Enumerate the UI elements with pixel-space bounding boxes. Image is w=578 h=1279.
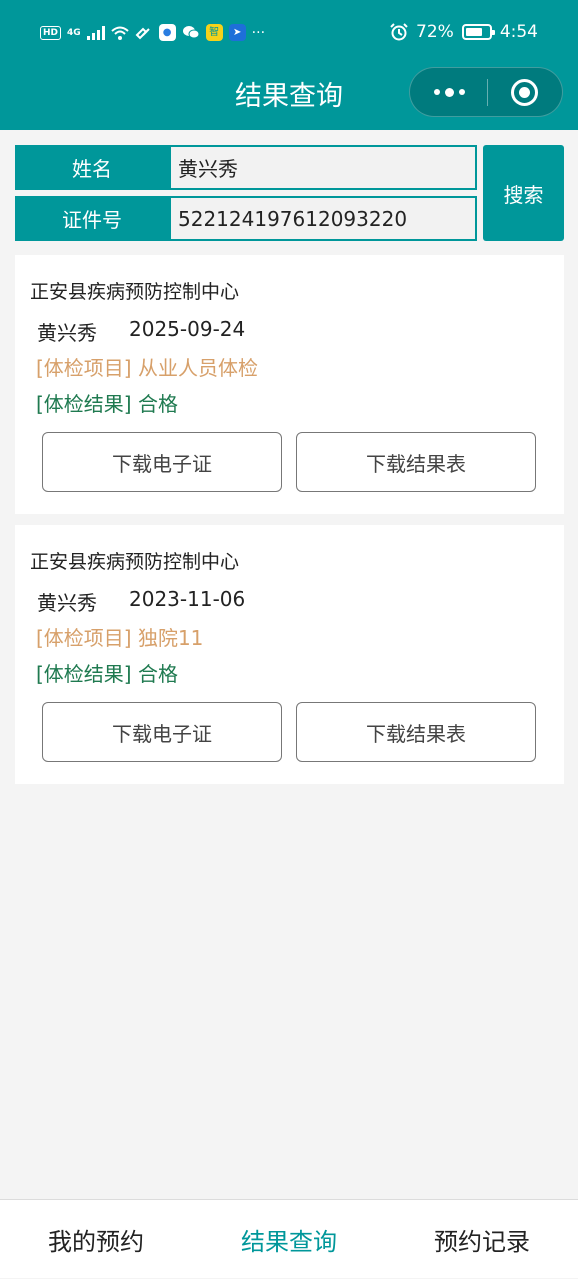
battery-icon	[461, 24, 495, 40]
close-mini-program-icon[interactable]	[511, 79, 538, 106]
mini-program-capsule	[409, 67, 563, 117]
download-certificate-button[interactable]: 下载电子证	[42, 702, 282, 762]
status-left: HD 4G ● 智 ➤ ···	[40, 24, 265, 41]
zhi-app-icon: 智	[205, 24, 223, 41]
exam-result: [体检结果] 合格	[36, 662, 178, 686]
download-certificate-button[interactable]: 下载电子证	[42, 432, 282, 492]
exam-item: [体检项目] 独院11	[36, 626, 204, 650]
wifi-icon	[111, 26, 129, 40]
more-notifications-icon: ···	[251, 24, 266, 41]
status-right: 72% 4:54	[390, 22, 538, 42]
name-input[interactable]	[169, 145, 477, 190]
exam-date: 2025-09-24	[129, 317, 246, 341]
clock: 4:54	[499, 22, 538, 42]
name-label: 姓名	[15, 145, 169, 190]
alarm-icon	[390, 23, 408, 41]
status-bar: HD 4G ● 智 ➤ ··· 72% 4:54	[0, 0, 578, 66]
person-name: 黄兴秀	[37, 591, 97, 615]
link-icon	[135, 27, 150, 39]
battery-percent: 72%	[416, 22, 454, 42]
org-name: 正安县疾病预防控制中心	[30, 281, 240, 303]
battery-tip	[491, 30, 495, 35]
result-card: 正安县疾病预防控制中心 黄兴秀 2025-09-24 [体检项目] 从业人员体检…	[15, 255, 564, 514]
navigation-app-icon: ➤	[228, 24, 246, 41]
wechat-icon	[182, 26, 200, 39]
tab-result-query[interactable]: 结果查询	[193, 1200, 385, 1279]
network-type: 4G	[67, 27, 81, 38]
id-label: 证件号	[15, 196, 169, 241]
download-result-table-button[interactable]: 下载结果表	[296, 432, 536, 492]
person-line: 黄兴秀 2025-09-24	[37, 317, 245, 346]
result-card: 正安县疾病预防控制中心 黄兴秀 2023-11-06 [体检项目] 独院11 […	[15, 525, 564, 784]
id-row: 证件号	[15, 196, 477, 241]
exam-date: 2023-11-06	[129, 587, 246, 611]
bottom-nav: 我的预约 结果查询 预约记录	[0, 1199, 578, 1278]
download-result-table-button[interactable]: 下载结果表	[296, 702, 536, 762]
more-menu-icon[interactable]	[428, 68, 470, 116]
exam-item: [体检项目] 从业人员体检	[36, 356, 258, 380]
hd-icon: HD	[40, 25, 62, 40]
id-number-input[interactable]	[169, 196, 477, 241]
header: HD 4G ● 智 ➤ ··· 72% 4:54 结果查询	[0, 0, 578, 130]
tab-appointment-records[interactable]: 预约记录	[386, 1200, 578, 1279]
search-button[interactable]: 搜索	[483, 145, 564, 241]
person-line: 黄兴秀 2023-11-06	[37, 587, 245, 616]
tab-my-appointments[interactable]: 我的预约	[0, 1200, 192, 1279]
org-name: 正安县疾病预防控制中心	[30, 551, 240, 573]
capsule-divider	[487, 79, 488, 106]
name-row: 姓名	[15, 145, 477, 190]
person-name: 黄兴秀	[37, 321, 97, 345]
signal-icon	[86, 25, 105, 40]
exam-result: [体检结果] 合格	[36, 392, 178, 416]
browser-app-icon: ●	[158, 24, 176, 41]
battery-level	[465, 28, 482, 36]
